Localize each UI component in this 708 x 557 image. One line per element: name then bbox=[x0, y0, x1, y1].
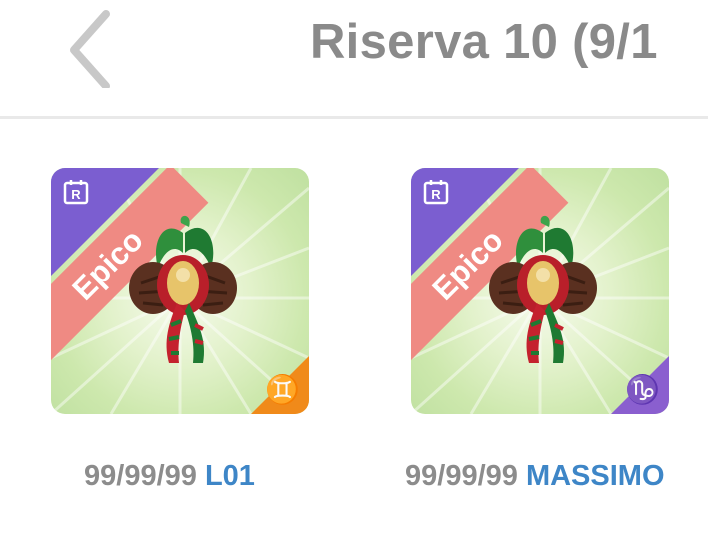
card-owner-name[interactable]: MASSIMO bbox=[526, 460, 665, 492]
back-button[interactable] bbox=[60, 8, 120, 90]
card-caption: 99/99/99 L01 bbox=[84, 460, 255, 493]
card-date: 99/99/99 bbox=[405, 460, 518, 492]
top-bar: Riserva 10 (9/1 bbox=[0, 0, 708, 119]
wreath-item-image bbox=[129, 215, 237, 363]
page-title: Riserva 10 (9/1 bbox=[310, 15, 658, 69]
wreath-item-image bbox=[489, 215, 597, 363]
card-caption: 99/99/99 MASSIMO bbox=[405, 460, 665, 493]
card-date: 99/99/99 bbox=[84, 460, 197, 492]
capricorn-icon: ♑ bbox=[625, 374, 660, 405]
item-card[interactable]: Epico R ♑ bbox=[411, 168, 669, 414]
chevron-left-icon bbox=[70, 10, 110, 90]
card-owner-name[interactable]: L01 bbox=[205, 460, 255, 492]
gemini-icon: ♊ bbox=[265, 374, 300, 405]
item-card[interactable]: Epico R ♊ bbox=[51, 168, 309, 414]
